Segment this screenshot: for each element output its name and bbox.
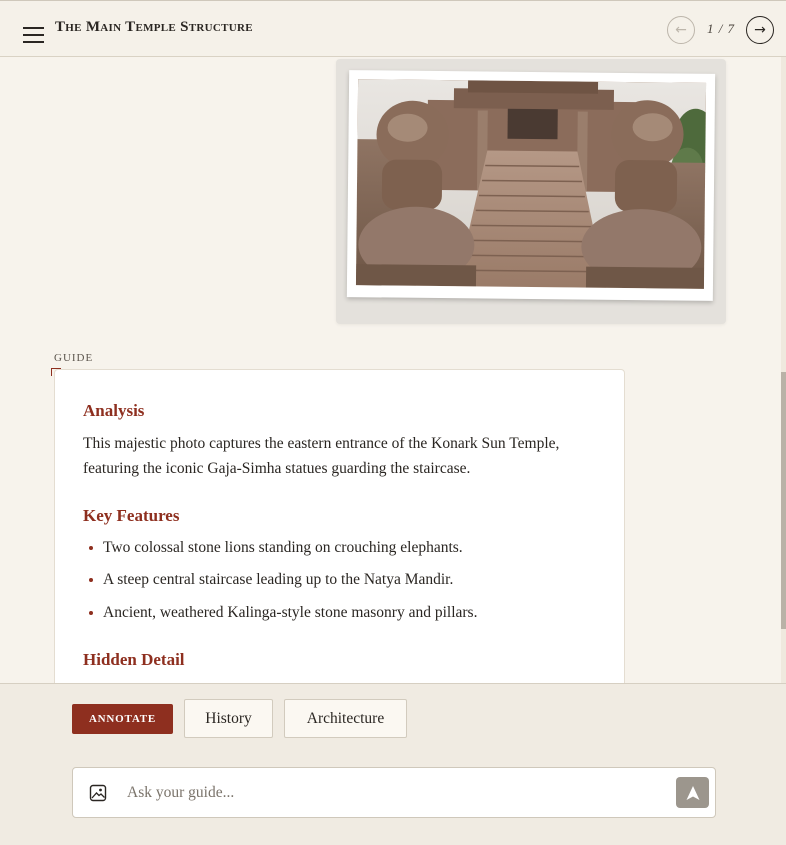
bottom-action-bar: ANNOTATE History Architecture xyxy=(0,683,786,845)
bullet-icon xyxy=(89,611,93,615)
bullet-icon xyxy=(89,546,93,550)
content-scrollbar[interactable] xyxy=(781,57,786,684)
list-item: A steep central staircase leading up to … xyxy=(89,571,453,589)
scrollbar-thumb[interactable] xyxy=(781,372,786,629)
list-item: Two colossal stone lions standing on cro… xyxy=(89,539,463,557)
analysis-text: This majestic photo captures the eastern… xyxy=(83,435,560,477)
arrow-right-icon: → xyxy=(754,22,766,38)
arrow-left-icon: ← xyxy=(675,22,687,38)
annotate-button[interactable]: ANNOTATE xyxy=(72,704,173,734)
history-chip[interactable]: History xyxy=(184,699,273,738)
page-title: The Main Temple Structure xyxy=(55,19,253,35)
temple-photo[interactable] xyxy=(355,79,707,289)
image-icon[interactable] xyxy=(89,784,107,802)
page-counter: 1 / 7 xyxy=(706,21,736,36)
hamburger-menu-icon[interactable] xyxy=(23,27,45,45)
ask-guide-input[interactable] xyxy=(127,780,667,806)
architecture-chip[interactable]: Architecture xyxy=(284,699,407,738)
guide-card: Analysis This majestic photo captures th… xyxy=(54,369,625,699)
send-button[interactable] xyxy=(676,777,709,808)
polaroid-frame xyxy=(346,70,716,301)
send-icon xyxy=(686,785,699,800)
list-item: Ancient, weathered Kalinga-style stone m… xyxy=(89,604,477,622)
ask-box xyxy=(72,767,716,818)
photo-card xyxy=(336,59,726,324)
analysis-heading: Analysis xyxy=(83,401,145,420)
temple-photo-illustration xyxy=(355,79,707,289)
top-header: The Main Temple Structure ← 1 / 7 → xyxy=(0,0,786,57)
key-features-heading: Key Features xyxy=(83,506,180,525)
guide-label: GUIDE xyxy=(54,352,94,364)
hidden-detail-heading: Hidden Detail xyxy=(83,650,185,669)
next-page-button[interactable]: → xyxy=(746,16,774,44)
bullet-icon xyxy=(89,578,93,582)
previous-page-button[interactable]: ← xyxy=(667,16,695,44)
